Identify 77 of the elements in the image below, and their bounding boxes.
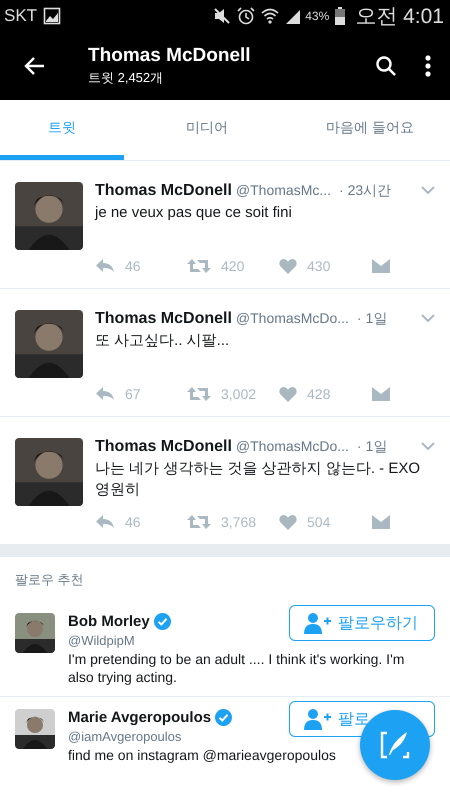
retweet-icon — [187, 514, 211, 530]
retweet-count: 420 — [221, 258, 244, 274]
tweet-text: je ne veux pas que ce soit fini — [95, 203, 293, 223]
alarm-icon — [237, 7, 256, 25]
retweet-icon — [187, 258, 211, 274]
reply-count: 67 — [125, 386, 141, 402]
reply-count: 46 — [125, 514, 141, 530]
retweet-button[interactable] — [187, 514, 211, 530]
menu-button[interactable] — [421, 442, 435, 451]
reply-button[interactable] — [95, 514, 115, 530]
user-bio: find me on instagram @marieavgeropoulos — [68, 746, 337, 764]
message-button[interactable] — [371, 514, 391, 530]
chevron-down-icon — [421, 186, 435, 195]
user-bio: I'm pretending to be an adult .... I think it's working. I'm also trying acting. — [68, 650, 406, 686]
search-icon — [374, 54, 398, 78]
author-handle: @ThomasMcDo... — [236, 310, 349, 326]
tweet-count: 트윗 2,452개 — [88, 69, 164, 87]
reply-button[interactable] — [95, 258, 115, 274]
retweet-button[interactable] — [187, 258, 211, 274]
user-name: Bob Morley — [68, 613, 150, 630]
user-handle: @WildpipM — [68, 633, 136, 648]
author-name: Thomas McDonell — [95, 438, 232, 456]
author-name: Thomas McDonell — [95, 310, 232, 328]
user-name: Marie Avgeropoulos — [68, 709, 212, 726]
author-handle: @ThomasMc... — [236, 182, 332, 198]
image-icon — [43, 7, 62, 25]
tweet-text: 나는 네가 생각하는 것을 상관하지 않는다. - EXO 영원히 — [95, 459, 422, 500]
like-count: 504 — [307, 514, 330, 530]
retweet-count: 3,768 — [221, 514, 256, 530]
reply-icon — [95, 514, 115, 530]
chevron-down-icon — [421, 442, 435, 451]
mute-icon — [213, 7, 232, 25]
user-handle: @iamAvgeropoulos — [68, 729, 182, 744]
wifi-icon — [261, 7, 280, 25]
like-button[interactable] — [279, 258, 297, 274]
add-person-icon — [304, 708, 332, 730]
heart-icon — [279, 386, 297, 402]
like-button[interactable] — [279, 386, 297, 402]
retweet-count: 3,002 — [221, 386, 256, 402]
retweet-button[interactable] — [187, 386, 211, 402]
signal-icon — [285, 8, 302, 24]
menu-button[interactable] — [421, 314, 435, 323]
envelope-icon — [371, 386, 391, 402]
retweet-icon — [187, 386, 211, 402]
like-button[interactable] — [279, 514, 297, 530]
message-button[interactable] — [371, 258, 391, 274]
like-count: 430 — [307, 258, 330, 274]
more-icon — [424, 54, 432, 78]
tweet-text: 또 사고싶다.. 시팔... — [95, 331, 230, 351]
heart-icon — [279, 514, 297, 530]
like-count: 428 — [307, 386, 330, 402]
battery-percent: 43% — [305, 9, 330, 23]
section-title: 팔로우 추천 — [15, 571, 85, 589]
add-person-icon — [304, 612, 332, 634]
follow-button[interactable]: 팔로우하기 — [289, 605, 435, 641]
tweet-time: · 1일 — [356, 310, 388, 328]
clock-time: 오전 4:01 — [355, 4, 444, 30]
heart-icon — [279, 258, 297, 274]
envelope-icon — [371, 258, 391, 274]
tweet-time: · 1일 — [356, 438, 388, 456]
tab[interactable]: 트윗 — [0, 100, 124, 160]
reply-count: 46 — [125, 258, 141, 274]
reply-button[interactable] — [95, 386, 115, 402]
battery-icon — [335, 7, 346, 25]
carrier-name: SKT — [4, 6, 38, 26]
tab[interactable]: 마음에 들어요 — [290, 100, 450, 160]
envelope-icon — [371, 514, 391, 530]
chevron-down-icon — [421, 314, 435, 323]
author-handle: @ThomasMcDo... — [236, 438, 349, 454]
reply-icon — [95, 258, 115, 274]
tweet-time: · 23시간 — [339, 182, 392, 200]
profile-name: Thomas McDonell — [88, 45, 252, 67]
reply-icon — [95, 386, 115, 402]
tab[interactable]: 미디어 — [124, 100, 290, 160]
author-name: Thomas McDonell — [95, 182, 232, 200]
menu-button[interactable] — [421, 186, 435, 195]
message-button[interactable] — [371, 386, 391, 402]
